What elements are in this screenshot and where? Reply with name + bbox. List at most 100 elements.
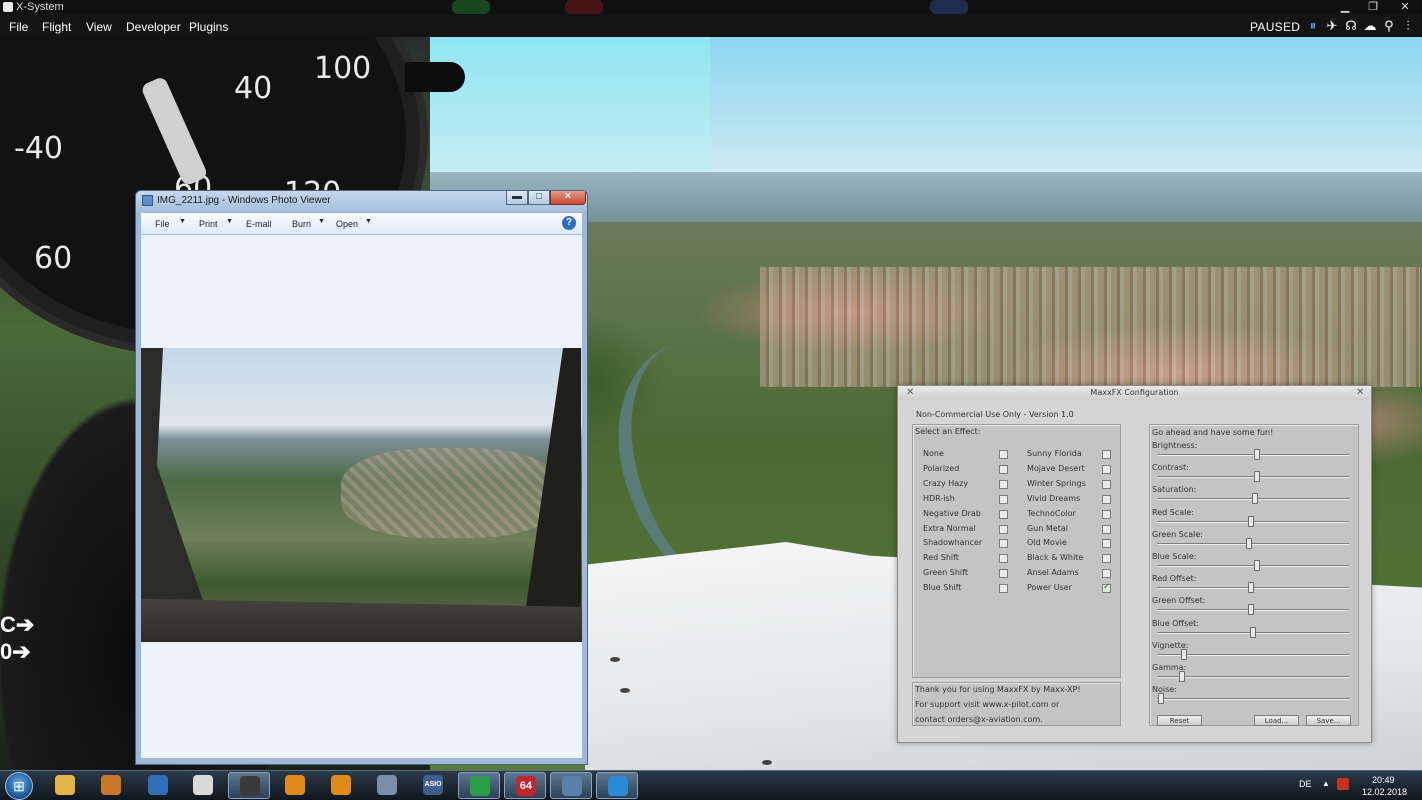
chevron-down-icon[interactable]: ▼ xyxy=(318,218,325,225)
tray-app-icon[interactable] xyxy=(1337,778,1349,790)
maximize-button[interactable]: ❐ xyxy=(1362,0,1384,14)
effect-checkbox[interactable] xyxy=(999,509,1008,519)
x-system-app-icon xyxy=(240,776,260,796)
taskbar-button[interactable] xyxy=(90,772,132,799)
effect-label: Power User xyxy=(1027,583,1072,593)
effect-checkbox[interactable] xyxy=(1102,539,1111,549)
slider-track[interactable] xyxy=(1157,676,1349,678)
gauge-number: 40 xyxy=(234,71,273,106)
close-button[interactable]: ✕ xyxy=(1394,0,1416,14)
slider-thumb[interactable] xyxy=(1248,582,1255,594)
clock-date[interactable]: 12.02.2018 xyxy=(1362,787,1407,797)
effect-checkbox[interactable] xyxy=(999,524,1008,534)
calculator-icon xyxy=(193,775,213,795)
effect-checkbox[interactable] xyxy=(999,479,1008,489)
slider-thumb[interactable] xyxy=(1248,515,1255,527)
slider-thumb[interactable] xyxy=(1250,626,1256,638)
minimize-button[interactable]: ▁ xyxy=(1334,0,1356,14)
taskbar-button[interactable] xyxy=(596,772,638,799)
taskbar-button[interactable] xyxy=(228,772,270,799)
slider-thumb[interactable] xyxy=(1248,604,1255,616)
chevron-down-icon[interactable]: ▼ xyxy=(179,218,186,225)
effect-checkbox[interactable] xyxy=(999,584,1008,594)
displayed-photo[interactable] xyxy=(141,348,582,642)
close-icon[interactable]: ✕ xyxy=(906,387,914,398)
windows-start-icon[interactable]: ⊞ xyxy=(5,772,33,800)
effect-checkbox[interactable] xyxy=(1102,464,1111,474)
effect-checkbox[interactable] xyxy=(1102,524,1111,534)
headset-icon[interactable]: ☊ xyxy=(1343,18,1359,34)
slider-thumb[interactable] xyxy=(1251,493,1258,505)
map-pin-icon[interactable]: ⚲ xyxy=(1381,18,1397,34)
sliders-panel: Go ahead and have some fun! Brightness: C… xyxy=(1149,424,1359,726)
chevron-down-icon[interactable]: ▼ xyxy=(226,218,233,225)
effect-checkbox[interactable] xyxy=(999,450,1008,459)
help-icon[interactable]: ? xyxy=(562,216,576,230)
photo-viewer-title-bar[interactable]: IMG_2211.jpg - Windows Photo Viewer ▬ □ … xyxy=(136,191,587,211)
language-indicator[interactable]: DE xyxy=(1299,779,1312,789)
effect-checkbox[interactable] xyxy=(999,494,1008,504)
cockpit-side-icon[interactable]: C➔ xyxy=(0,612,34,637)
slider-thumb[interactable] xyxy=(1253,471,1260,483)
slider-label: Green Offset: xyxy=(1152,596,1206,606)
menu-file[interactable]: File xyxy=(9,20,28,34)
save-button[interactable]: Save... xyxy=(1306,715,1351,726)
effect-checkbox[interactable] xyxy=(1102,494,1111,504)
taskbar-button[interactable]: ASIO xyxy=(412,772,454,799)
menu-print[interactable]: Print xyxy=(199,219,218,229)
wing-rivet xyxy=(610,657,620,662)
slider-thumb[interactable] xyxy=(1246,537,1253,549)
taskbar-button[interactable] xyxy=(44,772,86,799)
slider-thumb[interactable] xyxy=(1157,693,1164,705)
pause-icon[interactable]: ⏸ xyxy=(1305,18,1321,34)
effect-checkbox[interactable] xyxy=(1102,582,1111,594)
menu-flight[interactable]: Flight xyxy=(42,20,71,34)
background-ghost-icon xyxy=(930,0,968,14)
menu-developer[interactable]: Developer xyxy=(126,20,181,34)
load-button[interactable]: Load... xyxy=(1254,715,1299,726)
slider-track[interactable] xyxy=(1157,698,1349,701)
menu-open[interactable]: Open xyxy=(336,219,358,229)
maximize-button[interactable]: □ xyxy=(528,191,550,205)
effect-checkbox[interactable] xyxy=(1102,569,1111,579)
effect-checkbox[interactable] xyxy=(1102,450,1111,459)
airplane-icon[interactable]: ✈ xyxy=(1324,18,1340,34)
weather-icon[interactable]: ☁ xyxy=(1362,18,1378,34)
slider-thumb[interactable] xyxy=(1178,671,1185,682)
chevron-down-icon[interactable]: ▼ xyxy=(365,218,372,225)
wing-rivet xyxy=(762,760,772,765)
menu-plugins[interactable]: Plugins xyxy=(189,20,228,34)
clock-time[interactable]: 20:49 xyxy=(1372,775,1395,785)
tray-overflow-icon[interactable]: ▲ xyxy=(1322,779,1330,788)
effect-checkbox[interactable] xyxy=(1102,509,1111,519)
email-button[interactable]: E-mail xyxy=(246,219,272,229)
taskbar-button[interactable] xyxy=(458,772,500,799)
close-icon[interactable]: ✕ xyxy=(1356,387,1364,398)
effect-checkbox[interactable] xyxy=(999,569,1008,579)
effect-checkbox[interactable] xyxy=(999,539,1008,549)
slider-thumb[interactable] xyxy=(1253,449,1260,460)
taskbar-button[interactable] xyxy=(320,772,362,799)
menu-burn[interactable]: Burn xyxy=(292,219,311,229)
taskbar-button[interactable]: 64 xyxy=(504,772,546,799)
sliders-icon[interactable]: ⫶ xyxy=(1400,18,1416,34)
effect-checkbox[interactable] xyxy=(1102,479,1111,489)
taskbar-button[interactable] xyxy=(366,772,408,799)
slider-label: Green Scale: xyxy=(1152,529,1203,539)
taskbar-button[interactable] xyxy=(137,772,179,799)
menu-file[interactable]: File xyxy=(155,219,170,229)
effect-checkbox[interactable] xyxy=(1102,554,1111,564)
effect-checkbox[interactable] xyxy=(999,464,1008,474)
cockpit-side-icon[interactable]: 0➔ xyxy=(0,639,31,664)
minimize-button[interactable]: ▬ xyxy=(506,191,528,205)
menu-view[interactable]: View xyxy=(86,20,112,34)
slider-thumb[interactable] xyxy=(1180,648,1187,660)
taskbar-button[interactable] xyxy=(274,772,316,799)
slider-track[interactable] xyxy=(1157,542,1349,545)
reset-button[interactable]: Reset xyxy=(1157,715,1202,726)
effect-checkbox[interactable] xyxy=(999,554,1008,564)
taskbar-button[interactable] xyxy=(182,772,224,799)
taskbar-button[interactable] xyxy=(550,772,592,799)
close-button[interactable]: ✕ xyxy=(550,191,586,205)
slider-thumb[interactable] xyxy=(1253,560,1260,571)
